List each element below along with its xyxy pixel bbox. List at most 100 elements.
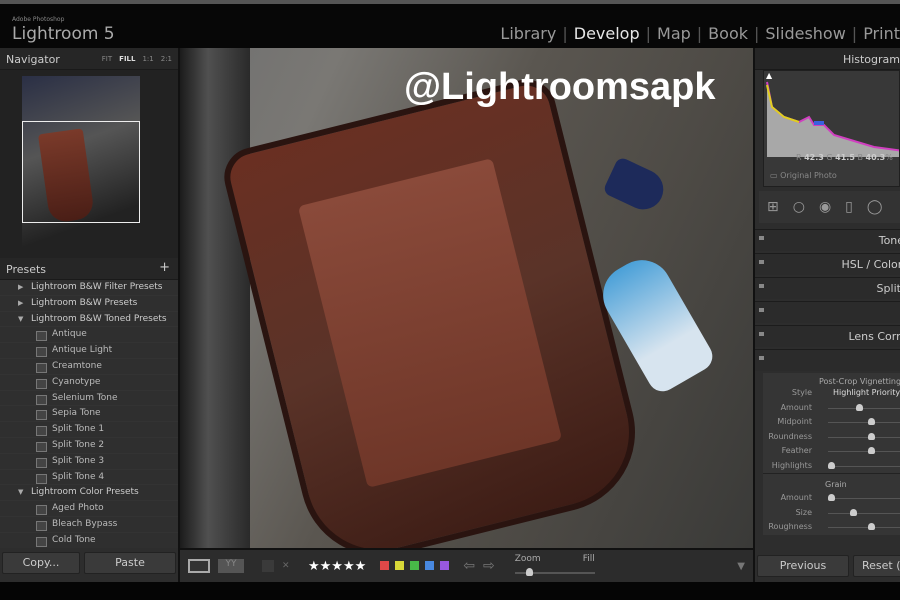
navigator-header[interactable]: Navigator FIT FILL 1:1 2:1 (0, 48, 178, 70)
graduated-filter-icon[interactable]: ▯ (845, 199, 853, 215)
slider-track[interactable] (828, 512, 900, 514)
section-header[interactable]: Lens Corrections (755, 325, 900, 347)
slider-track[interactable] (828, 436, 900, 438)
photo-canvas[interactable] (180, 48, 753, 548)
module-print[interactable]: Print (863, 24, 900, 43)
loupe-view-icon[interactable] (188, 559, 210, 573)
next-arrow-icon[interactable]: ⇨ (483, 558, 495, 574)
zoom-option[interactable]: 2:1 (161, 55, 172, 63)
preset-item[interactable]: Sepia Tone (0, 406, 178, 423)
preset-item[interactable]: Antique Light (0, 343, 178, 359)
slider-knob[interactable] (828, 494, 836, 501)
module-map[interactable]: Map (657, 24, 691, 43)
section-toggle-icon[interactable] (759, 356, 764, 360)
section-header[interactable]: Tone Curve (755, 229, 900, 251)
section-toggle-icon[interactable] (759, 236, 764, 240)
section-header[interactable]: HSL / Color / B&W (755, 253, 900, 275)
color-label-swatch[interactable] (380, 561, 390, 570)
collapsed-triangle-icon[interactable]: ▶ (18, 280, 23, 296)
slider-knob[interactable] (868, 447, 875, 454)
spot-removal-icon[interactable]: ○ (793, 199, 805, 215)
add-preset-button[interactable]: + (159, 260, 170, 275)
zoom-option[interactable]: FILL (119, 55, 135, 63)
flag-icon[interactable] (262, 560, 274, 572)
navigator-preview[interactable] (0, 70, 178, 258)
section-header[interactable]: Split Toning (755, 277, 900, 299)
preset-item[interactable]: Antique (0, 327, 178, 344)
section-header[interactable]: Detail (755, 301, 900, 323)
preset-item[interactable]: Split Tone 3 (0, 454, 178, 470)
preset-folder[interactable]: ▼ Lightroom B&W Toned Presets (0, 312, 178, 328)
histogram-title: Histogram (842, 53, 900, 66)
histogram-header[interactable]: Histogram (755, 48, 900, 70)
reset-button[interactable]: Reset (Adobe) (853, 555, 900, 577)
section-toggle-icon[interactable] (759, 308, 764, 312)
filmstrip-toggle[interactable] (0, 582, 900, 600)
module-develop[interactable]: Develop (574, 24, 640, 43)
navigator-thumbnail[interactable] (22, 76, 140, 248)
preset-folder[interactable]: ▶ Lightroom B&W Presets (0, 296, 178, 312)
slider-knob[interactable] (868, 418, 875, 425)
slider-track[interactable] (828, 498, 900, 499)
module-book[interactable]: Book (708, 24, 748, 43)
fill-label: Fill (582, 554, 595, 564)
preset-folder[interactable]: ▼ Lightroom Color Presets (0, 485, 178, 502)
module-slideshow[interactable]: Slideshow (765, 24, 845, 43)
reject-icon[interactable]: ✕ (282, 561, 292, 571)
preset-item[interactable]: Selenium Tone (0, 391, 178, 407)
copy-button[interactable]: Copy... (2, 552, 80, 574)
slider-knob[interactable] (868, 523, 875, 530)
slider-track[interactable] (828, 422, 900, 423)
preset-item[interactable]: Bleach Bypass (0, 517, 178, 533)
color-label-swatch[interactable] (410, 561, 420, 570)
view-rectangle[interactable] (22, 121, 140, 223)
expanded-triangle-icon[interactable]: ▼ (18, 485, 23, 501)
slider-track[interactable] (828, 527, 900, 528)
preset-item[interactable]: Creamtone (0, 359, 178, 375)
expanded-triangle-icon[interactable]: ▼ (18, 312, 23, 328)
preset-item[interactable]: Split Tone 1 (0, 422, 178, 438)
toolbar-menu-icon[interactable]: ▼ (737, 561, 745, 572)
slider-track[interactable] (828, 407, 900, 409)
color-label-swatch[interactable] (425, 561, 435, 570)
collapsed-triangle-icon[interactable]: ▶ (18, 296, 23, 312)
zoom-option[interactable]: 1:1 (142, 55, 153, 63)
radial-filter-icon[interactable]: ◯ (867, 199, 883, 215)
color-label-swatch[interactable] (440, 561, 450, 570)
previous-button[interactable]: Previous (757, 555, 849, 577)
slider-track[interactable] (828, 451, 900, 452)
zoom-slider-knob[interactable] (525, 568, 533, 576)
section-toggle-icon[interactable] (759, 260, 764, 264)
slider-knob[interactable] (868, 432, 875, 440)
preset-item[interactable]: Split Tone 2 (0, 438, 178, 454)
module-library[interactable]: Library (500, 24, 556, 43)
style-dropdown[interactable]: Highlight Priority (833, 388, 900, 397)
section-title: Split Toning (876, 282, 900, 295)
section-toggle-icon[interactable] (759, 284, 764, 288)
slider-track[interactable] (828, 465, 900, 467)
preset-folder[interactable]: ▶ Lightroom B&W Filter Presets (0, 280, 178, 296)
presets-header[interactable]: Presets + (0, 258, 178, 280)
preset-item[interactable]: Split Tone 4 (0, 470, 178, 486)
zoom-option[interactable]: FIT (102, 55, 112, 63)
red-eye-icon[interactable]: ◉ (819, 199, 831, 215)
preset-item[interactable]: Cold Tone (0, 533, 178, 548)
color-label-swatch[interactable] (395, 561, 405, 570)
preset-item[interactable]: Cyanotype (0, 375, 178, 391)
slider-knob[interactable] (856, 403, 863, 411)
paste-button[interactable]: Paste (84, 552, 176, 574)
compare-view-icon[interactable]: YY (218, 559, 244, 573)
section-toggle-icon[interactable] (759, 332, 764, 336)
section-header[interactable]: Effects (755, 349, 900, 371)
crop-tool-icon[interactable]: ⊞ (767, 199, 779, 215)
preset-label: Aged Photo (52, 503, 104, 514)
preset-item[interactable]: Aged Photo (0, 501, 178, 517)
star-rating[interactable]: ★★★★★ (308, 559, 366, 574)
slider-knob[interactable] (828, 461, 836, 469)
prev-arrow-icon[interactable]: ⇦ (463, 558, 475, 574)
slider-knob[interactable] (850, 508, 857, 516)
shadow-clipping-icon[interactable]: ▲ (766, 71, 772, 80)
slider-label: Size (795, 507, 812, 517)
slider-label: Roughness (768, 522, 812, 531)
original-photo-checkbox[interactable]: ▭ Original Photo (770, 171, 837, 180)
